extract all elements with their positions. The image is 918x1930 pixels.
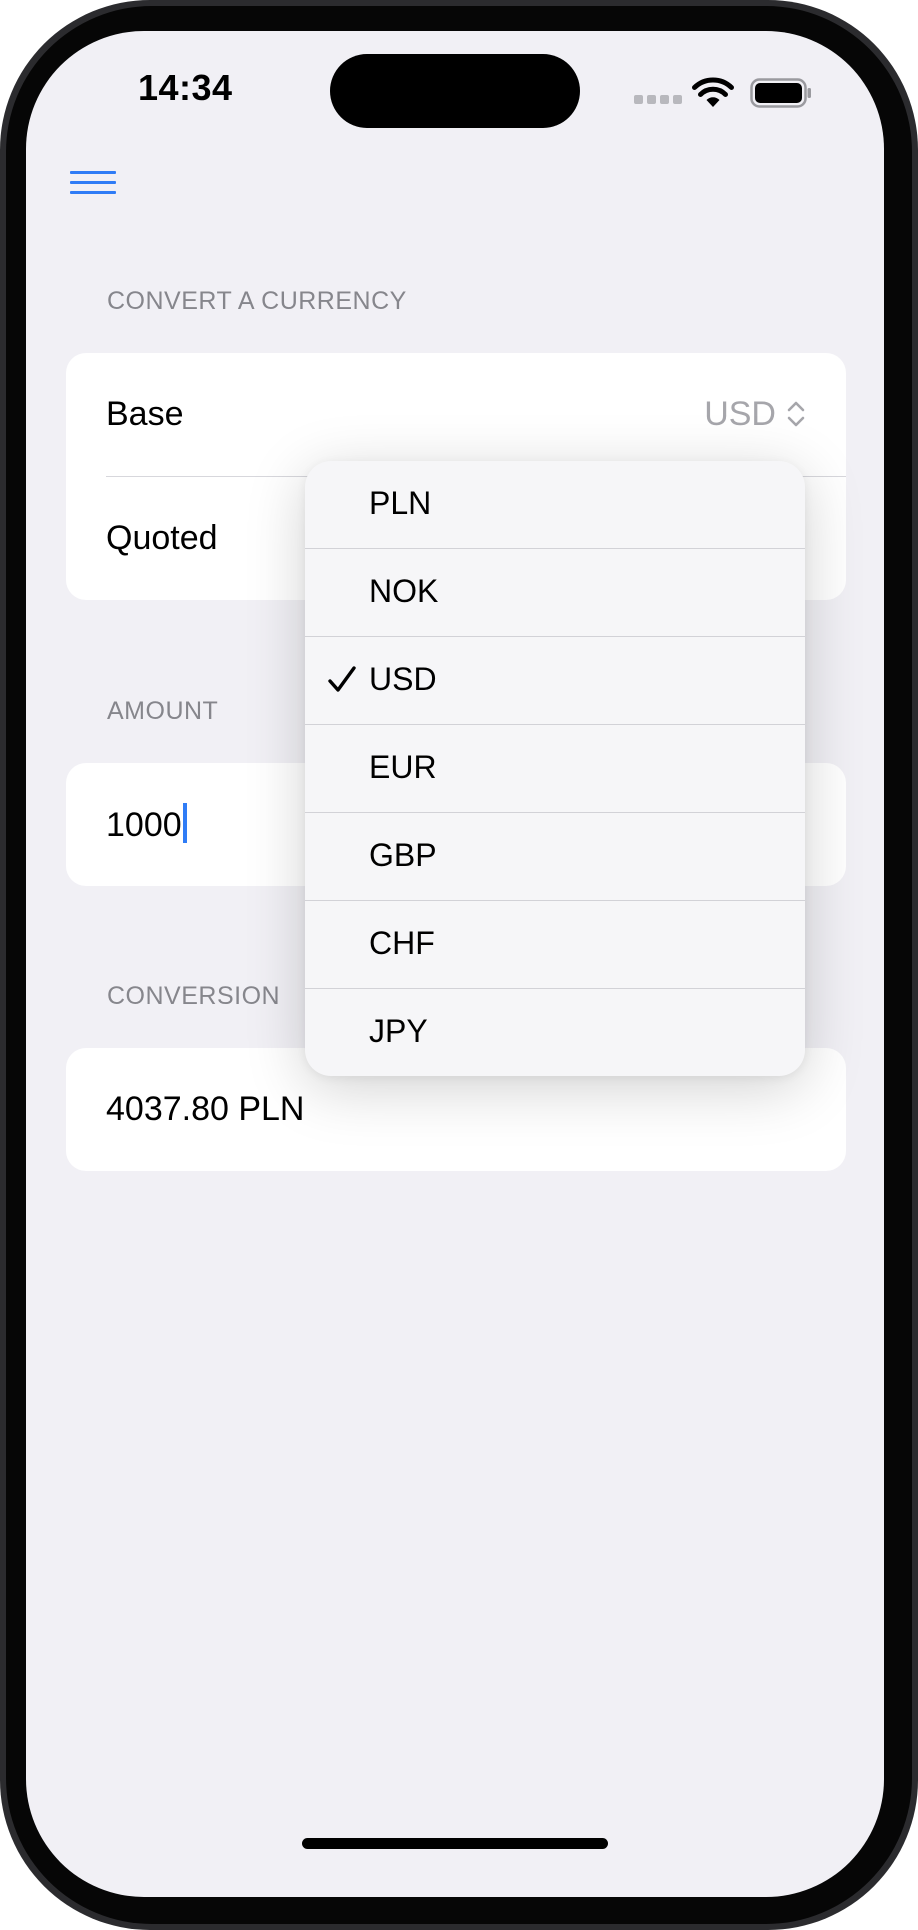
up-down-chevron-icon <box>787 401 805 427</box>
checkmark-icon <box>328 666 356 692</box>
wifi-icon <box>692 77 734 107</box>
dropdown-item-label: NOK <box>369 573 439 609</box>
quoted-label: Quoted <box>106 519 218 557</box>
base-picker-value: USD <box>704 395 776 433</box>
currency-dropdown-menu: PLN NOK USD EUR GBP CHF JPY <box>305 461 805 1076</box>
dropdown-item-label: EUR <box>369 749 437 785</box>
conversion-section-header: CONVERSION <box>107 982 281 1010</box>
conversion-result: 4037.80 PLN <box>106 1090 305 1128</box>
battery-icon <box>750 78 811 108</box>
amount-section-header: AMOUNT <box>107 697 219 725</box>
dropdown-item-label: CHF <box>369 925 435 961</box>
dropdown-item-pln[interactable]: PLN <box>305 461 805 549</box>
home-indicator[interactable] <box>302 1838 608 1849</box>
amount-input-value: 1000 <box>106 803 187 845</box>
convert-section-header: CONVERT A CURRENCY <box>107 287 407 315</box>
dropdown-item-label: JPY <box>369 1013 428 1049</box>
dropdown-item-label: GBP <box>369 837 437 873</box>
dropdown-item-label: USD <box>369 661 437 697</box>
cellular-signal-icon <box>634 95 682 107</box>
base-label: Base <box>106 395 184 433</box>
dropdown-item-gbp[interactable]: GBP <box>305 813 805 901</box>
amount-value-text: 1000 <box>106 806 182 844</box>
base-picker[interactable]: USD <box>546 353 846 476</box>
dropdown-item-jpy[interactable]: JPY <box>305 989 805 1076</box>
status-bar-time: 14:34 <box>138 67 233 108</box>
dropdown-item-usd[interactable]: USD <box>305 637 805 725</box>
app-screen: 14:34 CONVERT A CURRENCY Base USD Quoted… <box>26 31 884 1897</box>
dropdown-item-nok[interactable]: NOK <box>305 549 805 637</box>
text-cursor <box>182 803 187 843</box>
dropdown-item-eur[interactable]: EUR <box>305 725 805 813</box>
hamburger-menu-icon[interactable] <box>70 167 116 199</box>
dynamic-island <box>330 54 580 128</box>
dropdown-item-chf[interactable]: CHF <box>305 901 805 989</box>
dropdown-item-label: PLN <box>369 485 432 521</box>
